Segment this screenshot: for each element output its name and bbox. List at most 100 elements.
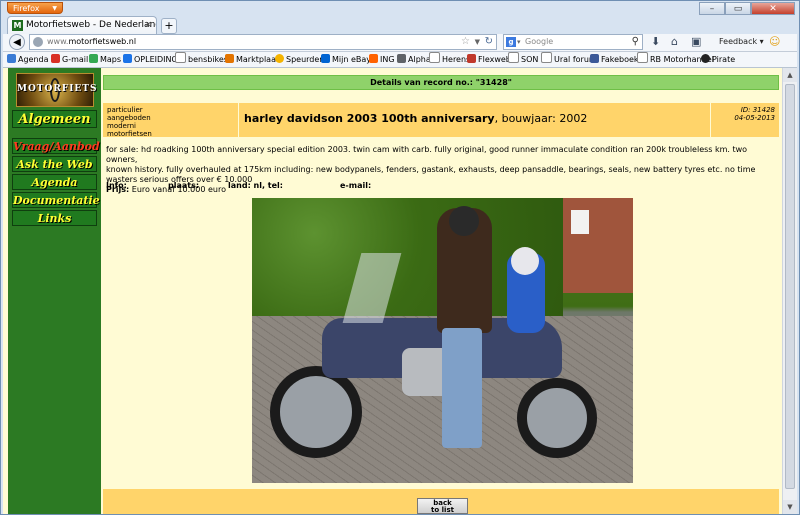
bookmark-speurders[interactable]: Speurders [275, 52, 327, 67]
bookmark-ing[interactable]: ING [369, 52, 395, 67]
calendar-icon [7, 54, 16, 63]
google-engine-icon[interactable]: g [506, 37, 516, 47]
bookmark-opleiding[interactable]: OPLEIDING [123, 52, 178, 67]
bookmark-pirate[interactable]: Pirate [701, 52, 735, 67]
bookmark-label: Agenda [18, 55, 49, 64]
description-line: wasters serious offers over € 10.000 [106, 175, 253, 184]
vertical-scrollbar[interactable]: ▲ ▼ [782, 68, 797, 514]
bookmarks-toolbar: Agenda G-mail Maps OPLEIDING bensbikes M… [3, 52, 797, 68]
bookmark-label: Fakeboek [601, 55, 639, 64]
new-tab-button[interactable]: + [161, 18, 177, 34]
speurders-icon [275, 54, 284, 63]
back-to-list-button[interactable]: back to list [417, 498, 468, 514]
search-icon[interactable]: ⚲ [632, 35, 639, 49]
page-icon [508, 52, 519, 63]
back-label-line2: to list [431, 506, 454, 514]
category-type: particulier [107, 106, 143, 114]
plaats-label: plaats: [168, 181, 200, 190]
gmail-icon [51, 54, 60, 63]
bookmark-maps[interactable]: Maps [89, 52, 121, 67]
flexweb-icon [467, 54, 476, 63]
bookmark-agenda[interactable]: Agenda [7, 52, 49, 67]
bookmark-herens[interactable]: Herens [429, 52, 470, 67]
page-icon [541, 52, 552, 63]
globe-icon [123, 54, 132, 63]
download-icon[interactable]: ⬇ [651, 34, 660, 50]
bookmark-ural-forum[interactable]: Ural forum [541, 52, 597, 67]
bookmark-bensbikes[interactable]: bensbikes [175, 52, 228, 67]
search-box[interactable]: g ▾ Google ⚲ [503, 34, 643, 50]
bookmark-label: SON [521, 55, 539, 64]
feedback-button[interactable]: Feedback ▾ [719, 34, 764, 50]
photo-adult-rider [437, 206, 492, 333]
url-domain: motorfietsweb.nl [68, 37, 137, 46]
photo-rider-legs [442, 328, 482, 448]
record-title: harley davidson 2003 100th anniversary, … [244, 112, 587, 125]
close-tab-icon[interactable]: × [144, 17, 152, 34]
record-title-bar: Details van record no.: "31428" [103, 75, 779, 90]
minimize-button[interactable]: – [699, 2, 725, 15]
menu-links[interactable]: Links [12, 210, 97, 226]
address-bar[interactable]: www.motorfietsweb.nl ☆ ▼ ↻ [29, 34, 497, 50]
maximize-button[interactable]: ▭ [725, 2, 751, 15]
menu-agenda[interactable]: Agenda [12, 174, 97, 190]
url-text: www.motorfietsweb.nl [47, 35, 136, 49]
globe-icon [33, 37, 43, 47]
menu-vraag-aanbod[interactable]: Vraag/Aanbod [12, 138, 100, 154]
site-sidebar: MOTORFIETS Algemeen Vraag/Aanbod Ask the… [8, 68, 101, 514]
back-arrow-icon[interactable]: ◀ [9, 34, 25, 50]
info-label: Info: [106, 181, 127, 190]
menu-ask-the-web[interactable]: Ask the Web [12, 156, 97, 172]
record-title-text: harley davidson 2003 100th anniversary [244, 112, 495, 125]
bookmark-alpha[interactable]: Alpha [397, 52, 431, 67]
smiley-icon[interactable]: ☺ [769, 34, 780, 50]
chevron-down-icon: ▼ [52, 5, 57, 12]
bookmark-label: Maps [100, 55, 122, 64]
tab-strip: M Motorfietsweb - De Nederlandse site ov… [3, 16, 797, 34]
photo-child-passenger [507, 247, 545, 333]
photo-front-wheel [270, 366, 362, 458]
home-icon[interactable]: ⌂ [671, 34, 678, 50]
firefox-menu-button[interactable]: Firefox ▼ [7, 2, 63, 14]
close-window-button[interactable]: ✕ [751, 2, 795, 15]
screen-icon[interactable]: ▣ [691, 34, 701, 50]
alpha-icon [397, 54, 406, 63]
site-logo[interactable]: MOTORFIETS [16, 73, 96, 107]
tab-motorfietsweb[interactable]: M Motorfietsweb - De Nederlandse site ov… [7, 16, 157, 34]
category-kind: motorfietsen [107, 130, 152, 138]
facebook-icon [590, 54, 599, 63]
tab-title: Motorfietsweb - De Nederlandse site ove.… [26, 20, 156, 30]
engine-dropdown-icon[interactable]: ▾ [517, 35, 521, 49]
motorcycle-photo [252, 198, 633, 483]
scrollbar-thumb[interactable] [785, 84, 795, 489]
land-label: land: nl, tel: [228, 181, 283, 190]
marktplaats-icon [225, 54, 234, 63]
search-placeholder: Google [525, 37, 554, 46]
record-description: for sale: hd roadking 100th anniversary … [106, 145, 776, 195]
maps-icon [89, 54, 98, 63]
window-controls: – ▭ ✕ [699, 2, 795, 15]
category-era: moderni [107, 122, 136, 130]
photo-rear-wheel [517, 378, 597, 458]
bookmark-label: bensbikes [188, 55, 228, 64]
bookmark-ebay[interactable]: Mijn eBay [321, 52, 371, 67]
bookmark-gmail[interactable]: G-mail [51, 52, 88, 67]
record-meta: ID: 31428 04-05-2013 [734, 106, 775, 122]
ing-lion-icon [369, 54, 378, 63]
menu-documentatie[interactable]: Documentatie [12, 192, 100, 208]
history-dropdown-icon[interactable]: ▼ [475, 35, 480, 49]
record-date: 04-05-2013 [734, 114, 775, 122]
bookmark-star-icon[interactable]: ☆ [461, 35, 470, 49]
bookmark-flexweb[interactable]: Flexweb [467, 52, 511, 67]
header-divider [238, 103, 239, 137]
menu-algemeen[interactable]: Algemeen [12, 110, 97, 128]
bookmark-label: G-mail [62, 55, 89, 64]
scroll-up-icon[interactable]: ▲ [783, 68, 797, 82]
reload-icon[interactable]: ↻ [485, 35, 493, 49]
feedback-label: Feedback [719, 37, 758, 46]
bookmark-fakeboek[interactable]: Fakeboek [590, 52, 639, 67]
page-icon [175, 52, 186, 63]
scroll-down-icon[interactable]: ▼ [783, 500, 797, 514]
price-line: Prijs: Euro vanaf 10.000 euro [106, 185, 776, 195]
bookmark-son[interactable]: SON [508, 52, 538, 67]
